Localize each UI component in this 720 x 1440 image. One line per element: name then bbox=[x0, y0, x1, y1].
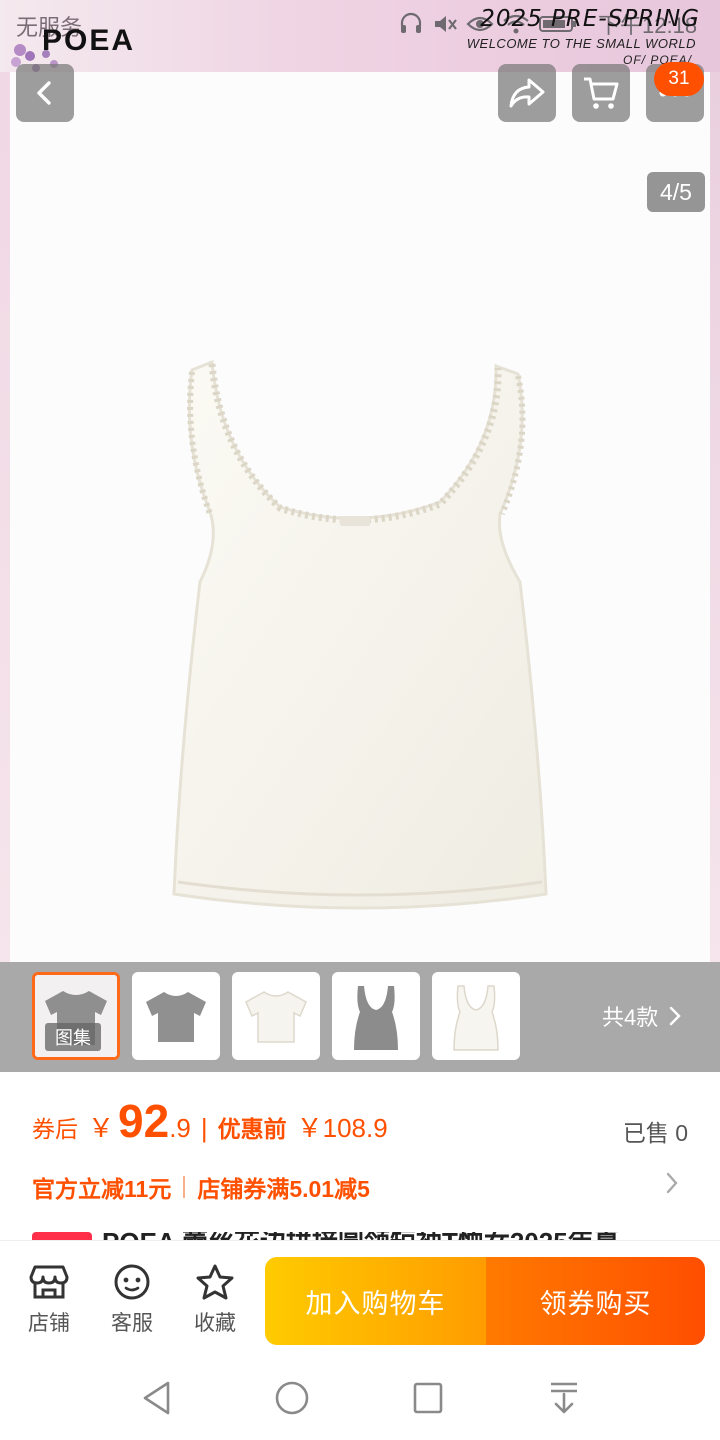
chevron-left-icon bbox=[37, 81, 51, 105]
favorite-button[interactable]: 收藏 bbox=[180, 1263, 250, 1337]
store-coupon: 店铺券满5.01减5 bbox=[197, 1176, 370, 1202]
original-price: ￥108.9 bbox=[296, 1113, 388, 1143]
favorite-label: 收藏 bbox=[194, 1312, 236, 1335]
cart-count-badge: 31 bbox=[654, 62, 704, 96]
price-decimal: .9 bbox=[169, 1113, 191, 1143]
back-button[interactable] bbox=[16, 64, 74, 122]
thumbnail-gallery[interactable]: 图集 bbox=[32, 972, 120, 1060]
shop-label: 店铺 bbox=[28, 1312, 70, 1335]
star-icon bbox=[196, 1264, 234, 1300]
product-image bbox=[172, 359, 548, 910]
promo-chevron-right-icon[interactable] bbox=[664, 1170, 680, 1196]
system-navigation-bar bbox=[0, 1354, 720, 1440]
top-banner: 无服务 POEA 下午12:18 2025 PRE-SPRING WELCOME… bbox=[0, 0, 720, 72]
sold-count: 已售 0 bbox=[622, 1120, 688, 1146]
thumbnail-variant[interactable] bbox=[332, 972, 420, 1060]
currency-symbol: ￥ bbox=[88, 1113, 115, 1143]
white-tshirt-image bbox=[245, 991, 307, 1043]
thumbnail-variant[interactable] bbox=[232, 972, 320, 1060]
store-icon bbox=[29, 1265, 69, 1299]
variant-count-link[interactable]: 共4款 bbox=[602, 1000, 682, 1032]
promo-divider bbox=[183, 1176, 186, 1198]
banner-subtitle: WELCOME TO THE SMALL WORLD bbox=[466, 36, 696, 51]
nav-recents-icon[interactable] bbox=[412, 1380, 444, 1416]
thumbnail-variant[interactable] bbox=[132, 972, 220, 1060]
bottom-action-bar: 店铺 客服 收藏 加入购物车 领券购买 bbox=[0, 1240, 720, 1354]
coupon-price-label: 券后 bbox=[32, 1116, 78, 1142]
white-tank-image bbox=[453, 985, 499, 1051]
add-to-cart-button[interactable]: 加入购物车 bbox=[265, 1257, 486, 1345]
mute-icon bbox=[435, 16, 457, 32]
gray-tshirt-image bbox=[146, 992, 206, 1042]
variant-count-label: 共4款 bbox=[602, 1005, 659, 1030]
share-icon bbox=[509, 78, 545, 108]
official-discount: 官方立减11元 bbox=[32, 1176, 172, 1202]
cart-icon bbox=[584, 77, 619, 109]
service-label: 客服 bbox=[111, 1312, 153, 1335]
chevron-right-icon bbox=[670, 1006, 681, 1026]
share-button[interactable] bbox=[498, 64, 556, 122]
nav-back-icon[interactable] bbox=[140, 1380, 174, 1416]
promotion-row[interactable]: 官方立减11元 店铺券满5.01减5 bbox=[32, 1170, 370, 1204]
nav-download-icon[interactable] bbox=[548, 1380, 580, 1416]
buy-with-coupon-button[interactable]: 领券购买 bbox=[486, 1257, 705, 1345]
banner-title: 2025 PRE-SPRING bbox=[480, 6, 700, 32]
thumbnail-variant[interactable] bbox=[432, 972, 520, 1060]
gray-tank-image bbox=[354, 986, 398, 1050]
customer-service-button[interactable]: 客服 bbox=[97, 1263, 167, 1337]
cart-button[interactable] bbox=[572, 64, 630, 122]
price-separator: | bbox=[200, 1113, 208, 1143]
price-row: 券后 ￥ 92 .9 | 优惠前 ￥108.9 bbox=[32, 1094, 388, 1148]
shop-button[interactable]: 店铺 bbox=[14, 1263, 84, 1337]
customer-service-icon bbox=[114, 1264, 150, 1300]
image-page-counter: 4/5 bbox=[647, 172, 705, 212]
original-price-label: 优惠前 bbox=[217, 1116, 287, 1142]
headset-icon bbox=[400, 12, 422, 33]
nav-home-icon[interactable] bbox=[274, 1380, 310, 1416]
gallery-label: 图集 bbox=[45, 1023, 101, 1051]
brand-logo: POEA bbox=[42, 24, 136, 57]
price-integer: 92 bbox=[118, 1095, 170, 1147]
product-image-gallery[interactable] bbox=[0, 72, 720, 962]
